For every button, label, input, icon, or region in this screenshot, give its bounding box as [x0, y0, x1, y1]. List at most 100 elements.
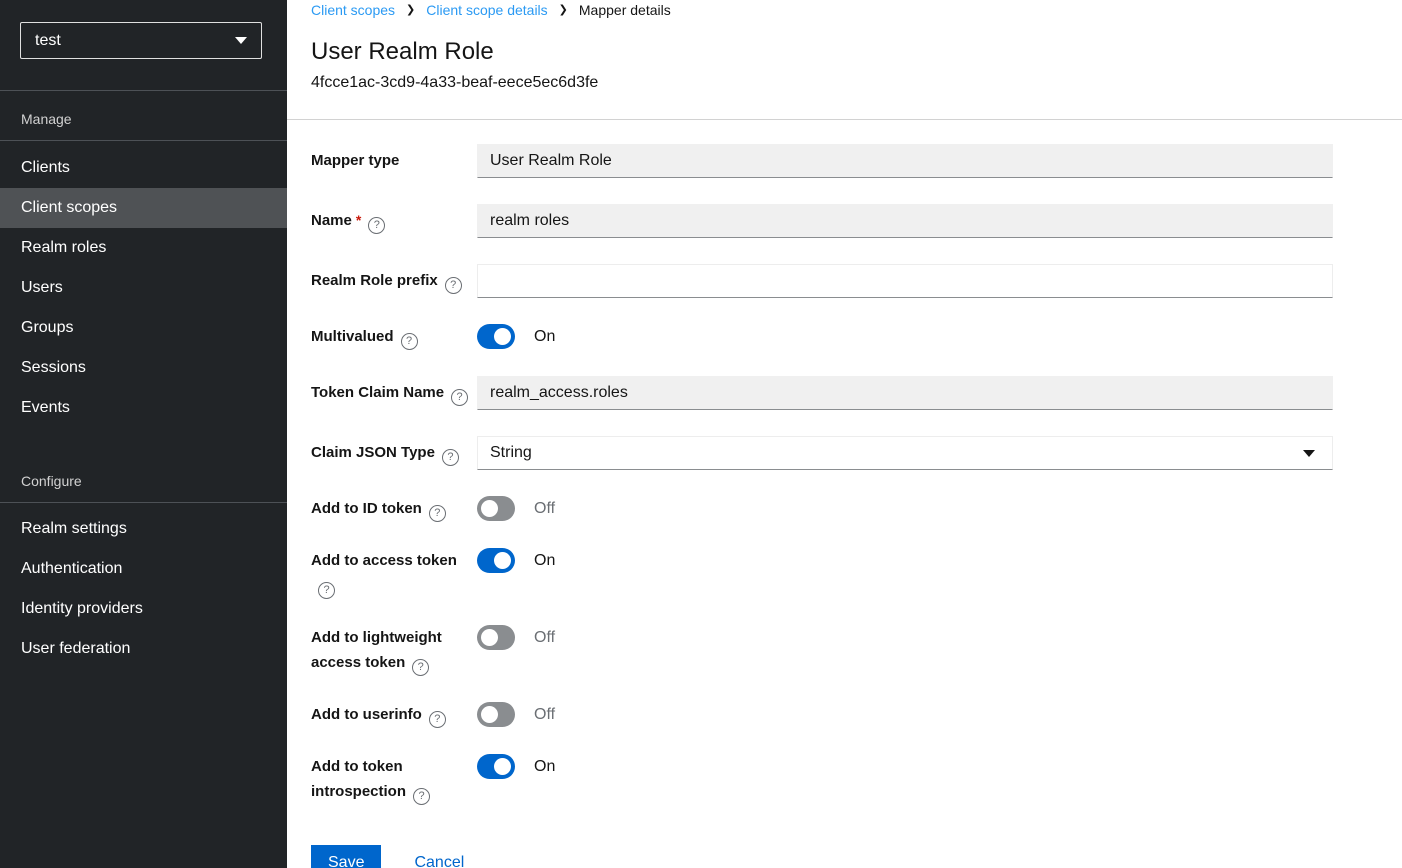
chevron-down-icon — [235, 37, 247, 44]
add-to-id-token-label: Add to ID token? — [311, 496, 471, 522]
label-text: Add to access token — [311, 552, 457, 569]
required-asterisk: * — [356, 212, 361, 228]
mapper-id: 4fcce1ac-3cd9-4a33-beaf-eece5ec6d3fe — [311, 74, 1333, 92]
main-content: Client scopes ❯ Client scope details ❯ M… — [287, 0, 1402, 868]
label-text: Token Claim Name — [311, 384, 444, 401]
sidebar-item-users[interactable]: Users — [0, 268, 287, 308]
realm-selector-label: test — [35, 32, 61, 50]
nav-section-title-configure: Configure — [0, 428, 287, 502]
breadcrumb: Client scopes ❯ Client scope details ❯ M… — [311, 2, 1333, 18]
add-to-access-token-label: Add to access token? — [311, 548, 471, 599]
form-row-add-to-userinfo: Add to userinfo? Off — [311, 702, 1333, 728]
label-text: Add to token introspection — [311, 758, 406, 800]
help-icon[interactable]: ? — [445, 277, 462, 294]
add-to-lightweight-access-token-field: Off — [477, 625, 1333, 650]
sidebar-item-clients[interactable]: Clients — [0, 148, 287, 188]
sidebar-item-groups[interactable]: Groups — [0, 308, 287, 348]
add-to-userinfo-toggle[interactable] — [477, 702, 515, 727]
sidebar-item-user-federation[interactable]: User federation — [0, 629, 287, 669]
sidebar-item-realm-roles[interactable]: Realm roles — [0, 228, 287, 268]
form-row-multivalued: Multivalued? On — [311, 324, 1333, 350]
help-icon[interactable]: ? — [429, 505, 446, 522]
form-row-add-to-lightweight-access-token: Add to lightweight access token? Off — [311, 625, 1333, 676]
help-icon[interactable]: ? — [413, 788, 430, 805]
token-claim-name-field — [477, 376, 1333, 410]
help-icon[interactable]: ? — [442, 449, 459, 466]
form-row-add-to-access-token: Add to access token? On — [311, 548, 1333, 599]
form-actions: Save Cancel — [311, 845, 1333, 868]
label-text: Mapper type — [311, 152, 399, 169]
page-title: User Realm Role — [311, 39, 1333, 65]
realm-selector[interactable]: test — [20, 22, 262, 59]
realm-role-prefix-input[interactable] — [477, 264, 1333, 298]
help-icon[interactable]: ? — [412, 659, 429, 676]
name-label: Name*? — [311, 208, 471, 234]
toggle-knob-icon — [494, 552, 511, 569]
help-icon[interactable]: ? — [368, 217, 385, 234]
add-to-token-introspection-toggle[interactable] — [477, 754, 515, 779]
save-button[interactable]: Save — [311, 845, 381, 868]
token-claim-name-label: Token Claim Name? — [311, 381, 471, 406]
form-row-add-to-token-introspection: Add to token introspection? On — [311, 754, 1333, 805]
toggle-state-label: Off — [534, 500, 555, 518]
form-row-claim-json-type: Claim JSON Type? String — [311, 436, 1333, 470]
add-to-access-token-field: On — [477, 548, 1333, 573]
breadcrumb-link-client-scope-details[interactable]: Client scope details — [426, 2, 547, 18]
chevron-right-icon: ❯ — [406, 2, 415, 18]
add-to-lightweight-access-token-label: Add to lightweight access token? — [311, 625, 471, 676]
nav-section-title-manage: Manage — [0, 91, 287, 140]
add-to-lightweight-access-token-toggle[interactable] — [477, 625, 515, 650]
multivalued-field: On — [477, 324, 1333, 349]
sidebar-item-authentication[interactable]: Authentication — [0, 549, 287, 589]
sidebar-item-client-scopes[interactable]: Client scopes — [0, 188, 287, 228]
sidebar-item-realm-settings[interactable]: Realm settings — [0, 509, 287, 549]
label-text: Name — [311, 212, 352, 229]
name-field — [477, 204, 1333, 238]
form-row-add-to-id-token: Add to ID token? Off — [311, 496, 1333, 522]
nav-manage: Clients Client scopes Realm roles Users … — [0, 141, 287, 428]
sidebar-item-identity-providers[interactable]: Identity providers — [0, 589, 287, 629]
help-icon[interactable]: ? — [451, 389, 468, 406]
claim-json-type-label: Claim JSON Type? — [311, 441, 471, 466]
sidebar-item-sessions[interactable]: Sessions — [0, 348, 287, 388]
toggle-knob-icon — [494, 328, 511, 345]
realm-role-prefix-field — [477, 264, 1333, 298]
add-to-userinfo-field: Off — [477, 702, 1333, 727]
sidebar-item-events[interactable]: Events — [0, 388, 287, 428]
toggle-state-label: Off — [534, 706, 555, 724]
label-text: Realm Role prefix — [311, 272, 438, 289]
add-to-access-token-toggle[interactable] — [477, 548, 515, 573]
breadcrumb-current: Mapper details — [579, 2, 671, 18]
selected-option-label: String — [490, 444, 532, 462]
help-icon[interactable]: ? — [429, 711, 446, 728]
chevron-right-icon: ❯ — [559, 2, 568, 18]
multivalued-toggle[interactable] — [477, 324, 515, 349]
claim-json-type-select[interactable]: String — [477, 436, 1333, 470]
toggle-state-label: On — [534, 552, 555, 570]
help-icon[interactable]: ? — [401, 333, 418, 350]
mapper-type-input[interactable] — [477, 144, 1333, 178]
toggle-knob-icon — [481, 629, 498, 646]
mapper-type-label: Mapper type — [311, 149, 471, 173]
mapper-type-field — [477, 144, 1333, 178]
add-to-token-introspection-label: Add to token introspection? — [311, 754, 471, 805]
add-to-id-token-toggle[interactable] — [477, 496, 515, 521]
token-claim-name-input[interactable] — [477, 376, 1333, 410]
sidebar: test Manage Clients Client scopes Realm … — [0, 0, 287, 868]
name-input[interactable] — [477, 204, 1333, 238]
content-header: Client scopes ❯ Client scope details ❯ M… — [287, 0, 1402, 92]
toggle-knob-icon — [494, 758, 511, 775]
breadcrumb-link-client-scopes[interactable]: Client scopes — [311, 2, 395, 18]
form-row-mapper-type: Mapper type — [311, 144, 1333, 178]
label-text: Add to ID token — [311, 500, 422, 517]
label-text: Claim JSON Type — [311, 444, 435, 461]
cancel-button[interactable]: Cancel — [414, 854, 464, 868]
help-icon[interactable]: ? — [318, 582, 335, 599]
caret-down-icon — [1303, 450, 1315, 457]
toggle-knob-icon — [481, 706, 498, 723]
form-row-realm-role-prefix: Realm Role prefix? — [311, 264, 1333, 298]
add-to-token-introspection-field: On — [477, 754, 1333, 779]
toggle-state-label: On — [534, 328, 555, 346]
form-row-token-claim-name: Token Claim Name? — [311, 376, 1333, 410]
add-to-id-token-field: Off — [477, 496, 1333, 521]
